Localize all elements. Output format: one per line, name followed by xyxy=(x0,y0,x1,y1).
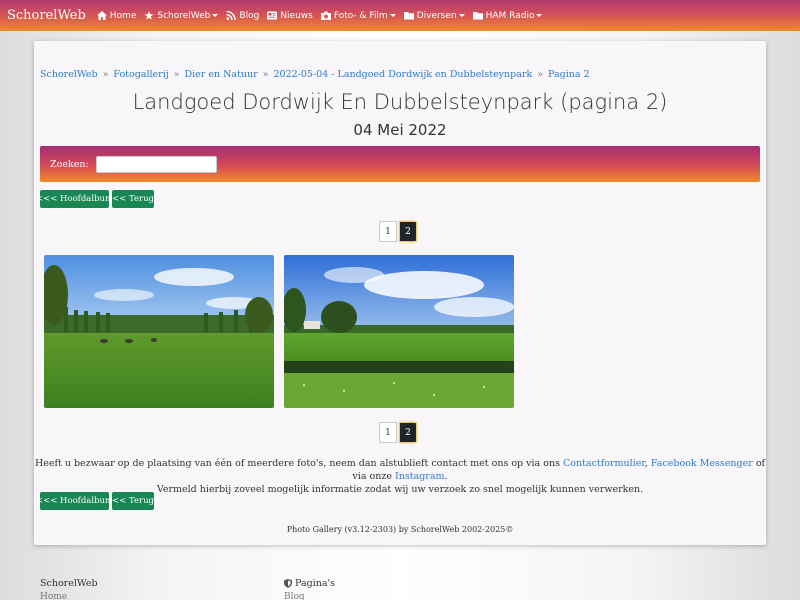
nav-ham-radio-label: HAM Radio xyxy=(485,10,535,21)
nav-blog-label: Blog xyxy=(239,10,260,21)
breadcrumb-separator: » xyxy=(537,69,544,80)
footer-title-row: Pagina's xyxy=(284,578,335,589)
back-button[interactable]: << Terug xyxy=(112,190,154,208)
page-link-2-active[interactable]: 2 xyxy=(399,422,417,443)
breadcrumb-dier-en-natuur[interactable]: Dier en Natuur xyxy=(185,69,258,80)
footer-link-home[interactable]: Home xyxy=(40,592,98,600)
nav-ham-radio-dropdown[interactable]: HAM Radio xyxy=(472,10,543,21)
gallery-photo-2[interactable] xyxy=(284,255,514,408)
instagram-link[interactable]: Instagram xyxy=(395,471,445,482)
notice-text: Heeft u bezwaar op de plaatsing van één … xyxy=(34,458,563,469)
newspaper-icon xyxy=(267,11,278,20)
footer-column-schorelweb: SchorelWeb Home xyxy=(40,578,98,600)
folder-icon xyxy=(472,12,483,20)
shield-icon xyxy=(284,579,292,588)
nav-home-label: Home xyxy=(109,10,137,21)
nav-home[interactable]: Home xyxy=(96,10,137,21)
photo-2-image xyxy=(284,255,514,408)
search-input[interactable] xyxy=(95,155,217,173)
search-label: Zoeken: xyxy=(50,158,89,170)
breadcrumb-separator: » xyxy=(173,69,180,80)
camera-icon xyxy=(320,11,331,20)
nav-schorelweb-dropdown[interactable]: SchorelWeb xyxy=(144,10,219,21)
breadcrumb-schorelweb[interactable]: SchorelWeb xyxy=(40,69,98,80)
nav-schorelweb-label: SchorelWeb xyxy=(157,10,211,21)
gallery-card: SchorelWeb » Fotogallerij » Dier en Natuur » 2… xyxy=(34,41,766,545)
page-link-1[interactable]: 1 xyxy=(379,422,397,443)
breadcrumb-separator: » xyxy=(262,69,269,80)
footer-column-paginas: Pagina's Blog xyxy=(284,578,335,600)
page-link-1[interactable]: 1 xyxy=(379,221,397,242)
top-navbar: SchorelWeb Home SchorelWeb Blog Nieuws F… xyxy=(0,0,800,31)
gallery-photo-1[interactable] xyxy=(44,255,274,408)
footer-link-blog[interactable]: Blog xyxy=(284,592,335,600)
rss-icon xyxy=(226,11,237,20)
removal-notice: Heeft u bezwaar op de plaatsing van één … xyxy=(34,457,766,496)
nav-foto-film-dropdown[interactable]: Foto- & Film xyxy=(320,10,396,21)
pagination-bottom: 1 2 xyxy=(379,422,417,443)
search-bar: Zoeken: xyxy=(40,146,760,182)
breadcrumb-fotogallerij[interactable]: Fotogallerij xyxy=(113,69,168,80)
facebook-messenger-link[interactable]: Facebook Messenger xyxy=(651,458,753,469)
footer-title: Pagina's xyxy=(295,578,336,589)
nav-nieuws[interactable]: Nieuws xyxy=(267,11,313,21)
main-album-button[interactable]: <<< Hoofdalbum xyxy=(36,492,113,510)
nav-diversen-dropdown[interactable]: Diversen xyxy=(403,10,465,21)
notice-line-1: Heeft u bezwaar op de plaatsing van één … xyxy=(34,457,766,483)
chevron-down-icon xyxy=(536,14,543,17)
page-title: Landgoed Dordwijk En Dubbelsteynpark (pa… xyxy=(132,90,668,114)
star-icon xyxy=(144,11,154,20)
breadcrumb: SchorelWeb » Fotogallerij » Dier en Natuur » 2… xyxy=(40,69,590,80)
photo-1-image xyxy=(44,255,274,408)
notice-text: . xyxy=(444,471,448,482)
breadcrumb-separator: » xyxy=(102,69,109,80)
contact-form-link[interactable]: Contactformulier xyxy=(563,458,645,469)
page-date: 04 Mei 2022 xyxy=(353,121,447,139)
pagination-top: 1 2 xyxy=(379,221,417,242)
footer-title: SchorelWeb xyxy=(40,578,98,589)
gallery-credit: Photo Gallery (v3.12-2303) by SchorelWeb… xyxy=(286,525,514,534)
page-link-2-active[interactable]: 2 xyxy=(399,221,417,242)
home-icon xyxy=(96,11,107,20)
main-album-button[interactable]: <<< Hoofdalbum xyxy=(36,190,113,208)
chevron-down-icon xyxy=(389,14,396,17)
nav-foto-film-label: Foto- & Film xyxy=(333,10,388,21)
folder-icon xyxy=(403,12,414,20)
chevron-down-icon xyxy=(458,14,465,17)
nav-blog[interactable]: Blog xyxy=(226,11,259,21)
nav-diversen-label: Diversen xyxy=(416,10,457,21)
chevron-down-icon xyxy=(212,14,219,17)
brand-logo[interactable]: SchorelWeb xyxy=(7,8,86,23)
back-button[interactable]: << Terug xyxy=(112,492,154,510)
nav-nieuws-label: Nieuws xyxy=(280,10,313,21)
breadcrumb-album[interactable]: 2022-05-04 - Landgoed Dordwijk en Dubbel… xyxy=(273,69,532,80)
breadcrumb-current-page[interactable]: Pagina 2 xyxy=(548,69,590,80)
